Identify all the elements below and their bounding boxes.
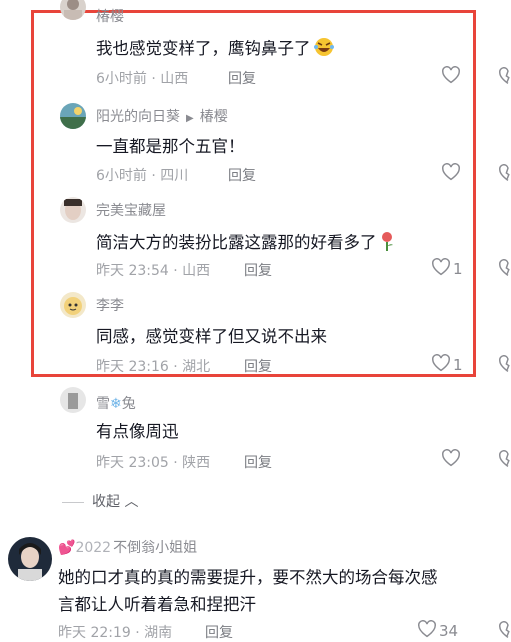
comment-text-line-1: 她的口才真的真的需要提升，要不然大的场合每次感 bbox=[58, 568, 438, 587]
comment-time: 昨天 23:16 · 湖北 bbox=[96, 359, 211, 375]
comment-text: 一直都是那个五官！ bbox=[96, 137, 245, 156]
comment-text-line-2: 言都让人听着着急和捏把汗 bbox=[58, 595, 256, 614]
avatar[interactable] bbox=[8, 537, 52, 581]
like-button[interactable]: 34 bbox=[417, 620, 458, 642]
like-count: 1 bbox=[453, 260, 463, 278]
like-button[interactable]: 1 bbox=[431, 258, 463, 280]
dislike-icon[interactable] bbox=[496, 621, 511, 639]
reply-arrow-icon: ▶ bbox=[186, 113, 194, 124]
reply-button[interactable]: 回复 bbox=[244, 356, 272, 376]
rose-emoji-icon bbox=[379, 231, 395, 255]
commenter-name: 阳光的向日葵 ▶ 椿樱 bbox=[96, 109, 228, 125]
like-count: 34 bbox=[439, 622, 459, 640]
heart-icon bbox=[431, 258, 451, 280]
commenter-name[interactable]: 雪❄兔 bbox=[96, 393, 136, 413]
commenter-name[interactable]: 李李 bbox=[96, 295, 124, 315]
heart-icon bbox=[431, 354, 451, 376]
snowflake-icon: ❄ bbox=[110, 396, 122, 412]
like-count: 1 bbox=[453, 356, 463, 374]
avatar[interactable] bbox=[60, 387, 86, 413]
reply-button[interactable]: 回复 bbox=[228, 165, 256, 185]
hearts-badge-icon: 💕 bbox=[58, 540, 76, 556]
comment-text: 我也感觉变样了，鹰钩鼻子了 bbox=[96, 35, 335, 61]
reply-button[interactable]: 回复 bbox=[205, 622, 233, 642]
dislike-icon[interactable] bbox=[496, 355, 511, 373]
chevron-up-icon: ︿ bbox=[120, 494, 139, 510]
reply-button[interactable]: 回复 bbox=[228, 68, 256, 88]
collapse-replies-button[interactable]: 收起 ︿ bbox=[62, 491, 138, 511]
highlight-box bbox=[31, 10, 476, 377]
heart-icon bbox=[441, 163, 461, 185]
comment-text: 简洁大方的装扮比露这露那的好看多了 bbox=[96, 229, 395, 255]
dislike-icon[interactable] bbox=[496, 450, 511, 468]
avatar[interactable] bbox=[60, 292, 86, 318]
like-button[interactable]: 1 bbox=[431, 354, 463, 376]
reply-button[interactable]: 回复 bbox=[244, 452, 272, 472]
comment-text: 有点像周迅 bbox=[96, 422, 179, 441]
heart-icon bbox=[441, 449, 461, 471]
comment-time: 6小时前 · 四川 bbox=[96, 168, 189, 184]
dislike-icon[interactable] bbox=[496, 259, 511, 277]
like-button[interactable] bbox=[441, 163, 461, 185]
commenter-name[interactable]: 完美宝藏屋 bbox=[96, 200, 166, 220]
reply-button[interactable]: 回复 bbox=[244, 260, 272, 280]
divider bbox=[62, 501, 84, 503]
comment-time: 昨天 23:05 · 陕西 bbox=[96, 455, 211, 471]
avatar[interactable] bbox=[60, 103, 86, 129]
avatar[interactable] bbox=[60, 197, 86, 223]
commenter-name: 💕2022 不倒翁小姐姐 bbox=[58, 540, 198, 556]
heart-icon bbox=[441, 66, 461, 88]
comment-text: 同感，感觉变样了但又说不出来 bbox=[96, 327, 327, 346]
like-button[interactable] bbox=[441, 449, 461, 471]
heart-icon bbox=[417, 620, 437, 642]
like-button[interactable] bbox=[441, 66, 461, 88]
dislike-icon[interactable] bbox=[496, 164, 511, 182]
commenter-name[interactable]: 椿樱 bbox=[96, 6, 124, 26]
laughing-emoji-icon bbox=[313, 37, 335, 61]
avatar[interactable] bbox=[60, 0, 86, 20]
comment-time: 6小时前 · 山西 bbox=[96, 71, 189, 87]
comment-time: 昨天 23:54 · 山西 bbox=[96, 263, 211, 279]
comment-time: 昨天 22:19 · 湖南 bbox=[58, 625, 173, 641]
dislike-icon[interactable] bbox=[496, 67, 511, 85]
